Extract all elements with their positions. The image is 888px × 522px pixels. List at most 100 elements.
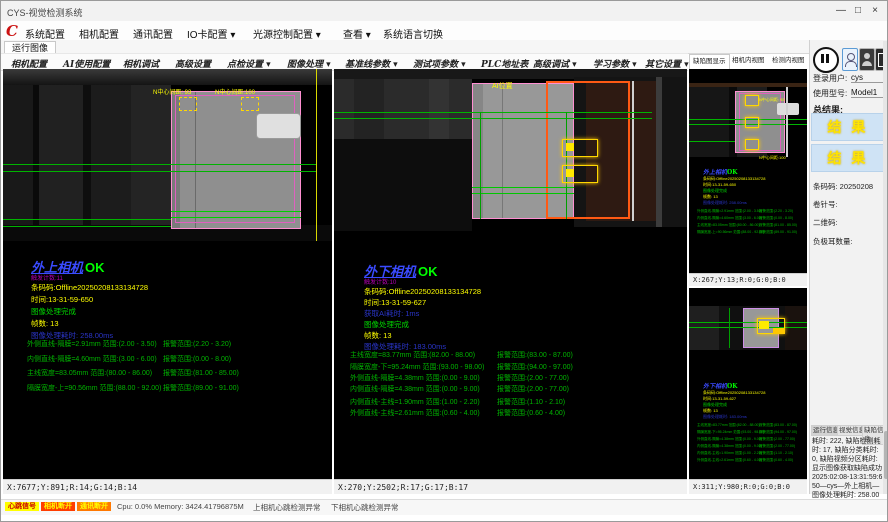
maximize-button[interactable]: □ [850,3,866,18]
user-active-button[interactable] [842,48,858,71]
defect-mark [566,143,574,151]
user-icon [847,53,855,61]
tab-defect-image[interactable]: 缺陷图显示 [689,54,730,69]
tab-camera-innerview[interactable]: 相机内视图 [729,54,768,68]
minimize-button[interactable]: — [833,3,849,18]
user-icon [845,61,857,67]
qr-code-label: 二维码: [813,217,838,228]
measure-row: 外侧直线-隔膜=2.91mm 范围:(2.00 - 3.50)报警范围:(2.2… [697,209,762,214]
tab-detect-innerview[interactable]: 检测内视图 [769,54,808,68]
alarm-range: 报警范围:(81.00 - 85.00) [163,368,239,378]
alarm-range: 报警范围:(89.00 - 91.00) [759,230,797,235]
ai-position-label: AI位置 [492,81,513,91]
login-user-value: cys [851,73,885,83]
camera-view-lower-outer[interactable]: AI位置 外下相机OK 触发计数:10 条码码:Offline202502081… [334,69,687,479]
annotation-gap2: N中心间距:100 [215,87,255,96]
frame-count: 帧数: 13 [31,318,59,329]
measure-value: 内侧直线-主线=1.90mm 范围:(1.00 - 2.20) [350,399,480,406]
measure-row: 外侧直线-隔膜=2.91mm 范围:(2.00 - 3.50)报警范围:(2.2… [27,339,157,349]
annotation-box [241,97,259,111]
barcode-line: 条码码:Offline20250208133134728 [364,286,481,297]
alarm-range: 报警范围:(0.60 - 4.00) [497,408,565,418]
pin-number-label: 卷针号: [813,199,838,210]
alarm-range: 报警范围:(1.10 - 2.10) [497,397,565,407]
ai-time-line: 获取AI耗时: 1ms [364,308,419,319]
camera-name: 外下相机 [703,383,727,390]
yellow-guide-line [316,69,317,241]
result-ok: OK [727,383,737,390]
connector-object [777,103,799,115]
measure-value: 主线宽度=83.05mm 范围:(80.00 - 86.00) [27,370,152,377]
measure-value: 外侧直线-主线=2.61mm 范围:(0.60 - 4.00) [697,458,762,462]
edge-green [171,217,301,218]
sidebar-barcode: 条码码: 20250208 [813,181,873,192]
sidebar-scrollbar[interactable] [883,41,888,494]
user-dark-button[interactable] [859,48,875,71]
measure-row: 外侧直线-主线=2.61mm 范围:(0.60 - 4.00)报警范围:(0.6… [350,408,480,418]
machine-region [785,306,807,350]
defect-mark [759,321,769,329]
measure-value: 内侧直线-隔膜=4.60mm 范围:(3.00 - 6.00) [27,356,157,363]
baseline-green [334,112,652,113]
barcode-line: 条码码:Offline20250208133134728 [31,282,148,293]
measure-row: 内侧直线-隔膜=4.60mm 范围:(3.00 - 6.00)报警范围:(0.0… [27,354,157,364]
machine-region [689,306,719,350]
menu-system-config[interactable]: 系统配置 [25,26,65,41]
mini-view-upper[interactable]: N中心间距: 93 N中心间距:100 外上相机OK 条码码:Offline20… [689,69,807,273]
menu-camera-config[interactable]: 相机配置 [79,26,119,41]
bright-edge [786,87,788,157]
vertical-green [480,112,481,219]
alarm-range: 报警范围:(2.00 - 77.00) [497,373,569,383]
defect-highlight-box [745,95,759,106]
proc-time: 图像处理耗时: 258.00ms [703,200,747,206]
menu-comm-config[interactable]: 通讯配置 [133,26,173,41]
measure-row: 隔膜宽度-下=95.24mm 范围:(93.00 - 98.00)报警范围:(9… [350,362,484,372]
baseline-green [3,164,317,165]
measure-value: 内侧直线-隔膜=4.60mm 范围:(3.00 - 6.00) [697,216,762,220]
alarm-range: 报警范围:(2.20 - 3.20) [759,209,793,214]
annotation-box [179,97,197,111]
sidebar-scrollbar-thumb[interactable] [884,431,888,479]
close-button[interactable]: × [867,3,883,18]
annotation-gap2: N中心间距:100 [759,155,786,161]
alarm-range: 报警范围:(81.00 - 85.00) [759,223,797,228]
pause-button[interactable] [813,47,839,73]
menu-language-switch[interactable]: 系统语言切换 [383,26,443,41]
neg-tab-count-label: 负极耳数量: [813,236,853,247]
measure-row: 内侧直线-隔膜=4.38mm 范围:(0.00 - 9.00)报警范围:(2.0… [350,384,480,394]
machine-region [429,79,449,139]
measure-row: 内侧直线-隔膜=4.60mm 范围:(3.00 - 6.00)报警范围:(0.0… [697,216,762,221]
machine-region [131,85,171,225]
alarm-range: 报警范围:(1.10 - 2.10) [759,451,793,456]
vertical-green [729,308,730,348]
alarm-range: 报警范围:(83.00 - 87.00) [759,423,797,428]
status-line: 图像处理完成 [31,306,76,317]
alarm-range: 报警范围:(94.00 - 97.00) [759,430,797,435]
camera-view-upper-outer[interactable]: N中心间距: 93 N中心间距:100 外上相机OK 触发计数:11 条码码:O… [3,69,332,479]
measure-value: 外侧直线-主线=2.61mm 范围:(0.60 - 4.00) [350,410,480,417]
connector-object [256,113,301,139]
pause-icon [826,54,829,63]
measure-value: 隔膜宽度-下=95.24mm 范围:(93.00 - 98.00) [697,430,764,434]
app-logo-icon: C [6,22,18,40]
measure-row: 主线宽度=83.05mm 范围:(80.00 - 86.00)报警范围:(81.… [697,223,760,228]
menu-io-config[interactable]: IO卡配置 ▾ [187,26,235,41]
cell-shade [473,84,483,218]
machine-region [689,87,729,157]
status-line: 图像处理完成 [364,319,409,330]
measure-value: 隔膜宽度-上=90.56mm 范围:(88.00 - 92.00) [697,230,764,234]
measure-row: 隔膜宽度-上=90.56mm 范围:(88.00 - 92.00)报警范围:(8… [697,230,764,235]
measure-row: 主线宽度=83.77mm 范围:(82.00 - 88.00)报警范围:(83.… [350,350,475,360]
machine-region [83,85,91,225]
menu-light-config[interactable]: 光源控制配置 ▾ [253,26,321,41]
bright-edge [632,81,634,221]
baseline-green [3,219,171,220]
alarm-range: 报警范围:(2.00 - 77.00) [759,444,795,449]
menu-view[interactable]: 查看 ▾ [343,26,371,41]
edge-green [472,187,574,188]
baseline-green [334,118,652,119]
measure-row: 主线宽度=83.05mm 范围:(80.00 - 86.00)报警范围:(81.… [27,368,152,378]
mid-coordinate-bar: X:270;Y:2502;R:17;G:17;B:17 [334,479,687,494]
mini-view-lower[interactable]: 外下相机OK 条码码:Offline20250208133134728 时间:1… [689,288,807,479]
measure-row: 内侧直线-隔膜=4.38mm 范围:(0.00 - 9.00)报警范围:(2.0… [697,444,762,449]
